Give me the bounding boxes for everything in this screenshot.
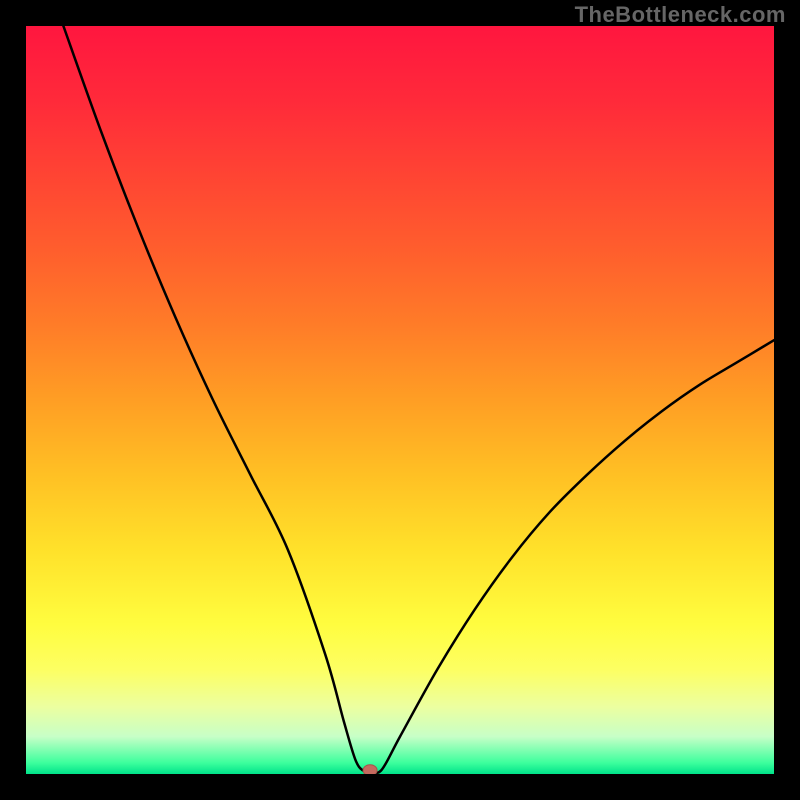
watermark-text: TheBottleneck.com	[575, 2, 786, 28]
plot-area	[26, 26, 774, 774]
chart-frame: TheBottleneck.com	[0, 0, 800, 800]
minimum-marker	[363, 765, 377, 774]
gradient-rect	[26, 26, 774, 774]
chart-svg	[26, 26, 774, 774]
